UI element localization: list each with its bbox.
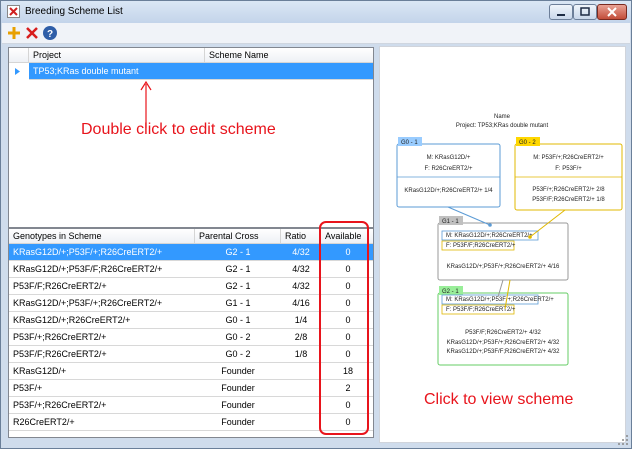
- parental-cross-cell: G2 - 1: [225, 264, 251, 274]
- title-bar[interactable]: Breeding Scheme List: [1, 1, 631, 23]
- scheme-diagram[interactable]: Name Project: TP53;KRas double mutant G0 -…: [380, 47, 625, 442]
- scheme-parent-label: M: P53F/+;R26CreERT2/+: [533, 155, 604, 161]
- ratio-cell: [281, 414, 321, 431]
- scheme-parent-label: F: R26CreERT2/+: [424, 166, 473, 172]
- scheme-offspring-label: P53F/+;R26CreERT2/+ 2/8: [532, 187, 605, 193]
- scheme-offspring-label: KRasG12D/+;P53F/+;R26CreERT2/+ 4/16: [447, 264, 560, 270]
- ratio-cell: [281, 363, 321, 380]
- scheme-node-tag-label: G2 - 1: [442, 289, 459, 295]
- parental-cross-cell: Founder: [221, 400, 255, 410]
- project-row[interactable]: TP53;KRas double mutant: [9, 63, 373, 80]
- scheme-view[interactable]: Name Project: TP53;KRas double mutant G0 -…: [379, 46, 626, 443]
- scheme-parent-label: F: P53F/F;R26CreERT2/+: [446, 243, 516, 249]
- row-pointer-icon: [15, 68, 20, 75]
- parental-cross-cell: Founder: [221, 366, 255, 376]
- parental-cross-cell: G0 - 2: [225, 332, 251, 342]
- minimize-button[interactable]: [549, 4, 573, 20]
- ratio-cell: 4/32: [292, 281, 310, 291]
- scheme-offspring-label: KRasG12D/+;P53F/+;R26CreERT2/+ 4/32: [447, 340, 560, 346]
- ratio-cell: [281, 380, 321, 397]
- ratio-cell: 1/8: [294, 349, 308, 359]
- parental-cross-cell: G2 - 1: [225, 281, 251, 291]
- plus-icon[interactable]: [6, 25, 22, 41]
- scheme-connector-dot: [528, 235, 532, 239]
- scheme-node-tag-label: G0 - 1: [401, 140, 418, 146]
- column-header-project[interactable]: Project: [29, 48, 205, 63]
- scheme-parent-label: M: KRasG12D/+;R26CreERT2/+: [446, 233, 533, 239]
- scheme-name-label: Name: [494, 114, 511, 120]
- genotype-cell: P53F/+;R26CreERT2/+: [13, 400, 107, 410]
- parental-cross-cell: Founder: [221, 383, 255, 393]
- svg-text:?: ?: [47, 29, 53, 40]
- scheme-offspring-label: P53F/F;R26CreERT2/+ 4/32: [465, 330, 541, 336]
- genotype-cell: R26CreERT2/+: [13, 417, 75, 427]
- ratio-cell: 4/16: [292, 298, 310, 308]
- scheme-node-tag-label: G0 - 2: [519, 140, 536, 146]
- parental-cross-cell: G1 - 1: [225, 298, 251, 308]
- scheme-node-tag-label: G1 - 1: [442, 219, 459, 225]
- column-header-genotypes[interactable]: Genotypes in Scheme: [9, 229, 195, 244]
- scheme-parent-label: F: P53F/+: [555, 166, 582, 172]
- column-header-scheme-name[interactable]: Scheme Name: [205, 48, 373, 63]
- scheme-offspring-label: KRasG12D/+;R26CreERT2/+ 1/4: [404, 188, 493, 194]
- genotype-cell: KRasG12D/+: [13, 366, 67, 376]
- scheme-project-label: Project: TP53;KRas double mutant: [456, 123, 549, 129]
- window-title: Breeding Scheme List: [25, 6, 123, 17]
- edit-scheme-hint: Double click to edit scheme: [81, 121, 276, 138]
- ratio-cell: 4/32: [292, 264, 310, 274]
- resize-grip-icon[interactable]: [617, 434, 629, 446]
- column-header-ratio[interactable]: Ratio: [281, 229, 321, 244]
- close-window-button[interactable]: [597, 4, 627, 20]
- genotype-cell: KRasG12D/+;R26CreERT2/+: [13, 315, 131, 325]
- scheme-name-cell: [209, 63, 369, 80]
- genotype-cell: P53F/+;R26CreERT2/+: [13, 332, 107, 342]
- projects-table: Project Scheme Name TP53;KRas double mut…: [8, 47, 374, 228]
- row-header-corner: [9, 48, 29, 63]
- scheme-parent-label: M: KRasG12D/+: [427, 155, 471, 161]
- column-header-parental-cross[interactable]: Parental Cross: [195, 229, 281, 244]
- maximize-icon: [580, 7, 590, 16]
- scheme-connector-dot: [488, 223, 492, 227]
- scheme-parent-label: M: KRasG12D/+;P53F/+;R26CreERT2/+: [446, 297, 554, 303]
- minimize-icon: [557, 14, 565, 16]
- row-indicator: [9, 63, 29, 80]
- scheme-offspring-label: P53F/F;R26CreERT2/+ 1/8: [532, 197, 605, 203]
- parental-cross-cell: G2 - 1: [225, 247, 251, 257]
- close-icon: [607, 7, 617, 17]
- view-scheme-hint: Click to view scheme: [424, 391, 574, 408]
- ratio-cell: 1/4: [294, 315, 308, 325]
- ratio-cell: [281, 397, 321, 414]
- app-icon: [7, 5, 20, 18]
- genotype-cell: KRasG12D/+;P53F/F;R26CreERT2/+: [13, 264, 163, 274]
- help-icon[interactable]: ?: [42, 25, 58, 41]
- red-x-icon[interactable]: [24, 25, 40, 41]
- scheme-node-box: [396, 143, 501, 208]
- ratio-cell: 2/8: [294, 332, 308, 342]
- toolbar: ?: [2, 23, 630, 44]
- ratio-cell: 4/32: [292, 247, 310, 257]
- parental-cross-cell: G0 - 2: [225, 349, 251, 359]
- parental-cross-cell: G0 - 1: [225, 315, 251, 325]
- genotype-cell: KRasG12D/+;P53F/+;R26CreERT2/+: [13, 247, 163, 257]
- project-cell: TP53;KRas double mutant: [33, 66, 139, 76]
- parental-cross-cell: Founder: [221, 417, 255, 427]
- maximize-button[interactable]: [573, 4, 597, 20]
- genotype-cell: P53F/F;R26CreERT2/+: [13, 349, 107, 359]
- genotype-cell: P53F/F;R26CreERT2/+: [13, 281, 107, 291]
- scheme-offspring-label: KRasG12D/+;P53F/F;R26CreERT2/+ 4/32: [447, 349, 561, 355]
- genotype-cell: P53F/+: [13, 383, 43, 393]
- app-window: Breeding Scheme List ? Project Scheme Na…: [0, 0, 632, 449]
- available-column-highlight: [319, 221, 369, 435]
- genotype-cell: KRasG12D/+;P53F/+;R26CreERT2/+: [13, 298, 163, 308]
